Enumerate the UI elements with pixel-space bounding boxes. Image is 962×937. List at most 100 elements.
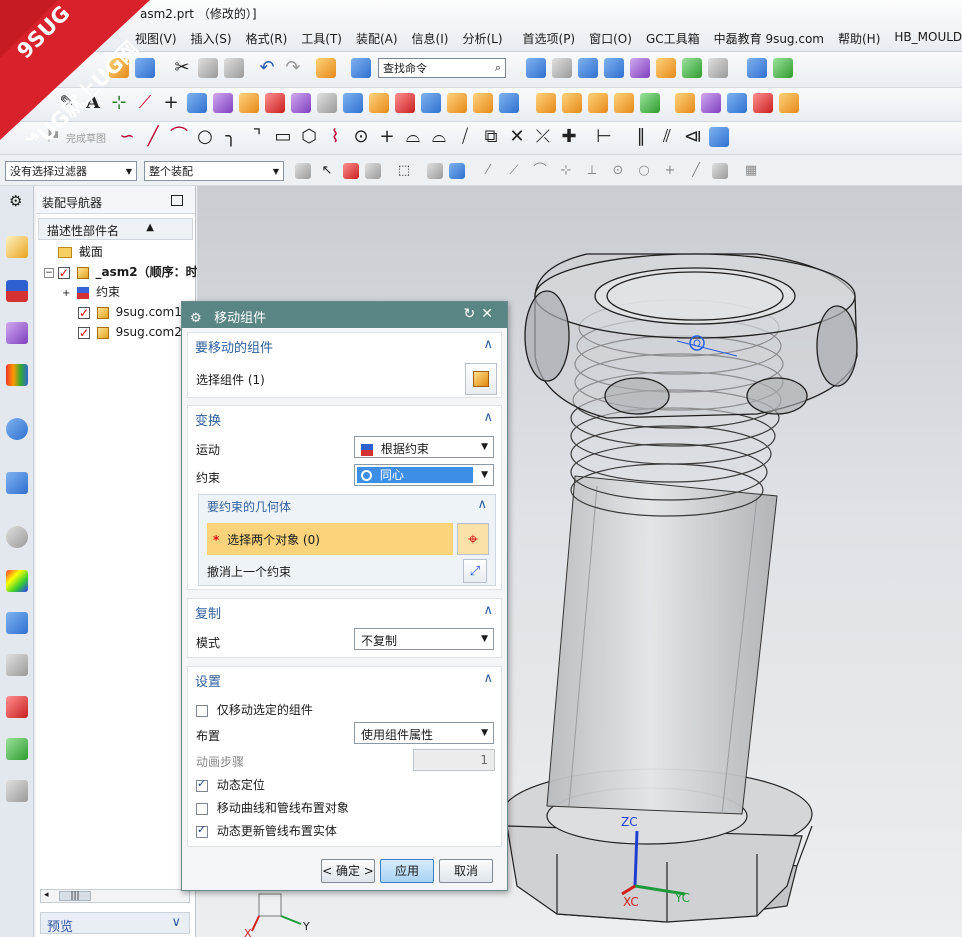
edge-blend-icon[interactable]: [727, 93, 747, 113]
menu-help[interactable]: 帮助(H): [831, 30, 887, 47]
undo-constraint-button[interactable]: ⤢: [463, 559, 487, 583]
quick-trim-icon[interactable]: ✕: [507, 127, 527, 147]
part-navigator-icon[interactable]: [6, 322, 28, 344]
trim-icon[interactable]: ⧉: [481, 127, 501, 147]
dimension-icon[interactable]: ⊢: [594, 127, 614, 147]
select-component-button[interactable]: [465, 363, 497, 395]
extrude-icon[interactable]: [369, 93, 389, 113]
orient-view-icon[interactable]: [552, 58, 572, 78]
paste-icon[interactable]: [224, 58, 244, 78]
menu-hb-mould[interactable]: HB_MOULD M6.6: [887, 30, 962, 47]
datum-axis-icon[interactable]: ⟋: [135, 93, 155, 113]
move-curves-option[interactable]: 移动曲线和管线布置对象: [196, 799, 349, 816]
type-filter-select[interactable]: 没有选择过滤器 ▼: [5, 161, 137, 181]
process-studio-icon[interactable]: [6, 612, 28, 634]
menu-gc-toolbox[interactable]: GC工具箱: [639, 30, 707, 47]
snap-point-icon[interactable]: +: [660, 161, 680, 181]
block-icon[interactable]: [421, 93, 441, 113]
offset-curve-icon[interactable]: ⌓: [403, 127, 423, 147]
auto-constrain-icon[interactable]: ⫽: [657, 127, 677, 147]
manufacturing-wizard-icon[interactable]: [6, 654, 28, 676]
scroll-left-icon[interactable]: ◂: [44, 890, 49, 900]
cone-icon[interactable]: [473, 93, 493, 113]
components-section-header[interactable]: 要移动的组件 ∧: [188, 333, 501, 357]
dynamic-update-checkbox[interactable]: [196, 823, 208, 838]
cylinder-icon[interactable]: [447, 93, 467, 113]
menu-view[interactable]: 视图(V): [128, 30, 184, 47]
assembly-navigator-icon[interactable]: [6, 236, 28, 258]
scope-select[interactable]: 整个装配 ▼: [144, 161, 284, 181]
menu-assembly[interactable]: 装配(A): [349, 30, 405, 47]
system-materials-icon[interactable]: [6, 570, 28, 592]
chevron-up-icon[interactable]: ∧: [483, 337, 493, 352]
preview-panel[interactable]: 预览 ∨: [40, 912, 190, 935]
menu-window[interactable]: 窗口(O): [582, 30, 639, 47]
expand-icon[interactable]: +: [62, 288, 70, 299]
maximize-icon[interactable]: [171, 195, 183, 206]
chevron-up-icon[interactable]: ∧: [483, 603, 493, 618]
dynamic-position-option[interactable]: 动态定位: [196, 776, 265, 793]
save-icon[interactable]: [135, 58, 155, 78]
menu-insert[interactable]: 插入(S): [184, 30, 239, 47]
tree-row-constraints[interactable]: + 约束: [36, 282, 195, 302]
mirror-curve-icon[interactable]: ⧸: [455, 127, 475, 147]
chevron-up-icon[interactable]: ∧: [477, 497, 487, 512]
snap-solid-icon[interactable]: [449, 163, 465, 179]
surface-icon[interactable]: [213, 93, 233, 113]
shell-icon[interactable]: [779, 93, 799, 113]
scroll-thumb[interactable]: |||: [59, 891, 91, 901]
select-objects-bar[interactable]: * 选择两个对象 (0): [207, 523, 453, 555]
transform-section-header[interactable]: 变换 ∧: [188, 406, 501, 430]
column-header[interactable]: 描述性部件名 ▲: [38, 218, 193, 240]
sketch-icon[interactable]: ✎: [57, 93, 77, 113]
selection-option-icon[interactable]: [295, 163, 311, 179]
reuse-library-icon[interactable]: [6, 364, 28, 386]
hd3d-icon[interactable]: [6, 418, 28, 440]
select-arrow-icon[interactable]: ↖: [317, 161, 337, 181]
swept-icon[interactable]: [317, 93, 337, 113]
system-scenes-icon[interactable]: [6, 738, 28, 760]
edit-object-icon[interactable]: [773, 58, 793, 78]
ok-button[interactable]: < 确定 >: [321, 859, 375, 883]
copy-section-header[interactable]: 复制 ∧: [188, 599, 501, 623]
polygon-icon[interactable]: ⬡: [299, 127, 319, 147]
ruled-icon[interactable]: [265, 93, 285, 113]
roles-icon[interactable]: [6, 696, 28, 718]
tube-icon[interactable]: [343, 93, 363, 113]
fit-view-icon[interactable]: [526, 58, 546, 78]
chevron-down-icon[interactable]: ∨: [171, 915, 181, 930]
rectangle-select-icon[interactable]: ⬚: [394, 161, 414, 181]
mesh-icon[interactable]: [239, 93, 259, 113]
close-icon[interactable]: ✕: [481, 306, 499, 322]
rectangle-icon[interactable]: ▭: [273, 127, 293, 147]
only-selected-option[interactable]: 仅移动选定的组件: [196, 701, 313, 718]
snap-end-icon[interactable]: ⁄: [478, 161, 498, 181]
web-browser-icon[interactable]: [6, 472, 28, 494]
show-constraints-icon[interactable]: ⧏: [683, 127, 703, 147]
layout-select[interactable]: 使用组件属性 ▼: [354, 722, 494, 744]
finish-sketch-icon[interactable]: ⚑: [43, 127, 63, 147]
fillet-icon[interactable]: ╮: [221, 127, 241, 147]
snap-intersect-icon[interactable]: ⟂: [582, 161, 602, 181]
visibility-checkbox[interactable]: [57, 263, 70, 283]
tree-row-component-1[interactable]: 9sug.com1: [36, 302, 195, 323]
select-body-icon[interactable]: [365, 163, 381, 179]
make-corner-icon[interactable]: ✚: [559, 127, 579, 147]
command-search[interactable]: 查找命令 ⌕: [378, 58, 506, 78]
point-icon[interactable]: +: [161, 93, 181, 113]
wireframe-icon[interactable]: [630, 58, 650, 78]
copy-icon[interactable]: [198, 58, 218, 78]
tree-row-component-2[interactable]: 9sug.com2: [36, 322, 195, 343]
snap-arc-icon[interactable]: ⌒: [530, 161, 550, 181]
draft-icon[interactable]: [701, 93, 721, 113]
selection-icon[interactable]: [316, 58, 336, 78]
settings-section-header[interactable]: 设置 ∧: [188, 667, 501, 691]
only-selected-checkbox[interactable]: [196, 704, 208, 717]
snap-mid-icon[interactable]: ⟋: [504, 161, 524, 181]
dynamic-update-option[interactable]: 动态更新管线布置实体: [196, 822, 337, 839]
menu-preferences[interactable]: 首选项(P): [516, 30, 583, 47]
finish-sketch-label[interactable]: 完成草图: [66, 130, 106, 145]
constraint-icon[interactable]: ∥: [631, 127, 651, 147]
move-curves-checkbox[interactable]: [196, 802, 208, 815]
profile-icon[interactable]: ∽: [117, 127, 137, 147]
